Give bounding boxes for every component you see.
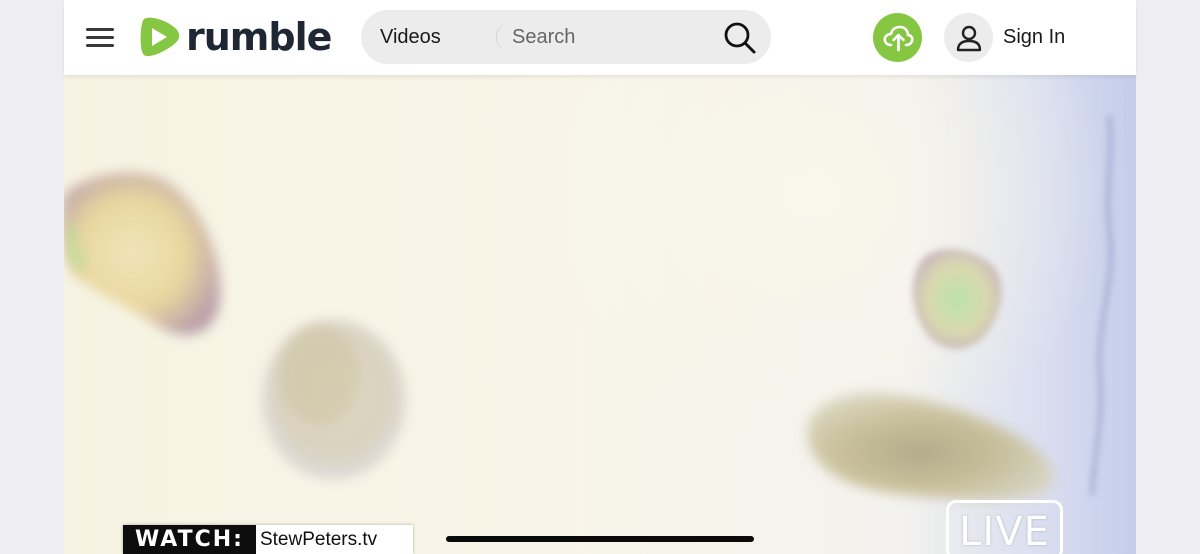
sign-in-button[interactable]: Sign In [944,13,1065,62]
user-icon [956,25,981,51]
avatar [944,13,993,62]
rumble-logo-icon [140,17,180,57]
watermark-label: WATCH: [123,525,256,554]
logo-wordmark: rumble [186,15,332,59]
search-input[interactable] [496,22,711,52]
top-header: rumble Videos Sign In [64,0,1136,75]
live-badge-label: LIVE [959,509,1050,554]
watermark-site: StewPeters.tv [255,525,414,554]
video-player[interactable]: WATCH: StewPeters.tv LIVE [64,75,1136,554]
upload-button[interactable] [873,13,922,62]
cloud-upload-icon [882,25,914,51]
live-badge: LIVE [946,500,1063,554]
search-icon[interactable] [723,21,757,55]
search-bar: Videos [361,10,771,64]
home-indicator[interactable] [446,536,754,542]
rumble-logo[interactable]: rumble [136,12,332,62]
hamburger-menu-icon[interactable] [86,25,114,49]
search-category-select[interactable]: Videos [380,10,441,64]
video-frame [64,75,1127,501]
sign-in-label: Sign In [1003,26,1066,48]
watch-watermark: WATCH: StewPeters.tv [123,525,414,554]
page: rumble Videos Sign In [0,0,1200,554]
